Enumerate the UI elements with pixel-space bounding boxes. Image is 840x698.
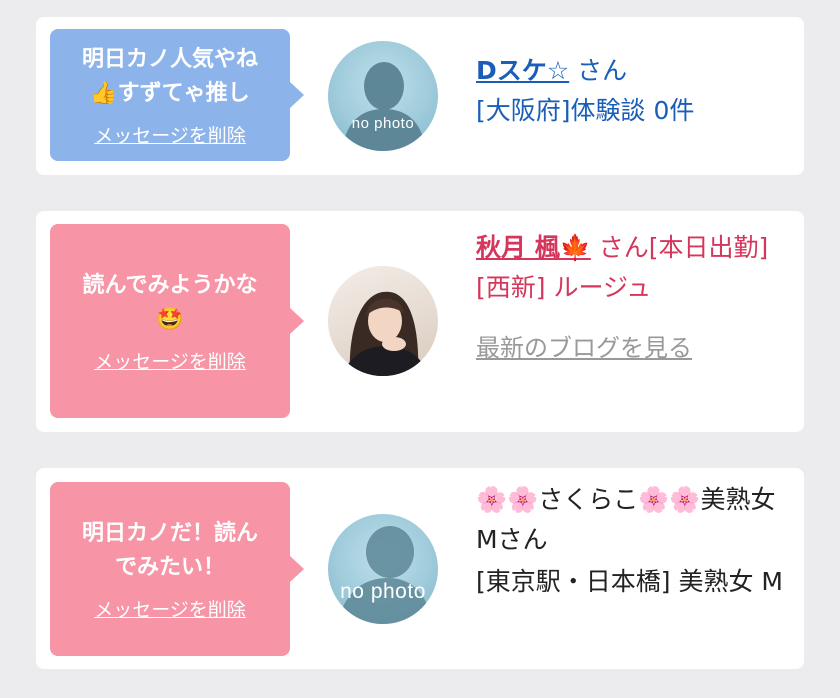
person-silhouette-icon [338, 526, 432, 624]
honorific: さん [569, 56, 628, 85]
user-info: Dスケ☆ さん [大阪府]体験談 0件 [476, 51, 790, 131]
user-detail: [大阪府]体験談 0件 [476, 96, 695, 125]
delete-message-link[interactable]: メッセージを削除 [94, 121, 246, 148]
no-photo-label: no photo [351, 115, 415, 132]
avatar[interactable]: no photo [328, 514, 438, 624]
user-name-link[interactable]: 秋月 楓🍁 [476, 233, 591, 262]
avatar[interactable] [328, 266, 438, 376]
user-name-link[interactable]: Dスケ☆ [476, 56, 569, 85]
message-bubble: 明日カノ人気やね 👍すずてゃ推し メッセージを削除 [50, 29, 304, 161]
no-photo-label: no photo [340, 580, 426, 603]
message-card: 明日カノだ！読ん でみたい！ メッセージを削除 no photo 🌸🌸さくらこ🌸… [36, 468, 804, 669]
message-text: 読んでみようかな 🤩 [82, 272, 258, 332]
message-card: 明日カノ人気やね 👍すずてゃ推し メッセージを削除 no photo Dスケ☆ … [36, 17, 804, 175]
user-name-link[interactable]: 🌸🌸さくらこ🌸🌸美熟女Mさん [476, 480, 790, 560]
delete-message-link[interactable]: メッセージを削除 [94, 595, 246, 622]
user-detail: [西新] ルージュ [476, 273, 652, 302]
profile-photo [342, 291, 428, 376]
message-card: 読んでみようかな 🤩 メッセージを削除 秋月 楓🍁 さん[本日出勤] [西新] … [36, 211, 804, 432]
message-text: 明日カノ人気やね 👍すずてゃ推し [81, 46, 258, 106]
avatar[interactable]: no photo [328, 41, 438, 151]
person-silhouette-icon [342, 62, 426, 151]
message-bubble: 読んでみようかな 🤩 メッセージを削除 [50, 224, 304, 418]
user-info: 🌸🌸さくらこ🌸🌸美熟女Mさん [東京駅・日本橋] 美熟女 M [476, 480, 790, 602]
delete-message-link[interactable]: メッセージを削除 [94, 347, 246, 374]
honorific: さん[本日出勤] [590, 233, 769, 262]
message-text: 明日カノだ！読ん でみたい！ [81, 520, 258, 580]
latest-blog-link[interactable]: 最新のブログを見る [476, 328, 790, 368]
message-bubble: 明日カノだ！読ん でみたい！ メッセージを削除 [50, 482, 304, 656]
user-detail: [東京駅・日本橋] 美熟女 M [476, 567, 783, 596]
user-info: 秋月 楓🍁 さん[本日出勤] [西新] ルージュ 最新のブログを見る [476, 228, 790, 368]
